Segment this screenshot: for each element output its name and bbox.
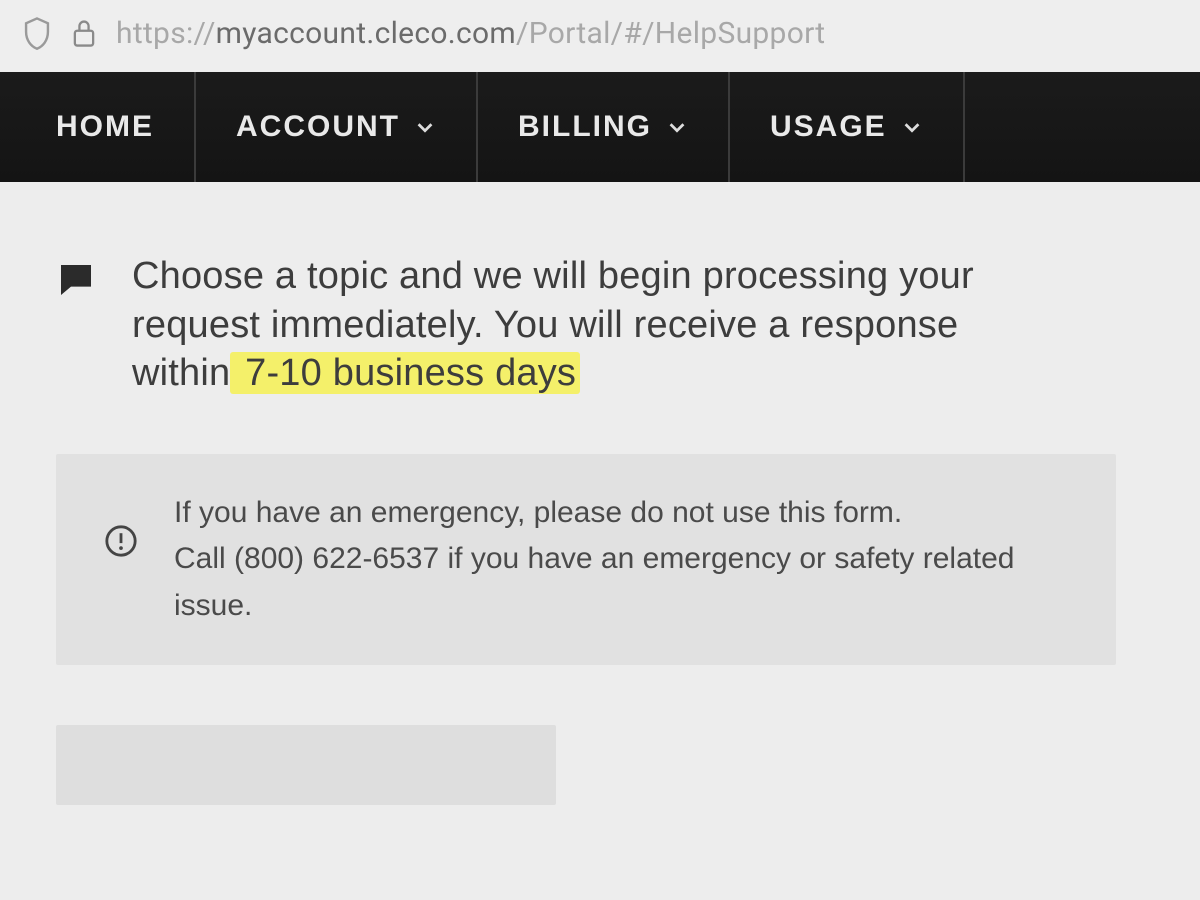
nav-account[interactable]: ACCOUNT	[196, 72, 478, 182]
nav-usage[interactable]: USAGE	[730, 72, 965, 182]
url-path: /Portal/#/HelpSupport	[516, 16, 825, 51]
nav-label: ACCOUNT	[236, 110, 400, 144]
alert-line1: If you have an emergency, please do not …	[174, 496, 902, 529]
shield-icon	[22, 16, 52, 50]
topic-selector-placeholder[interactable]	[56, 725, 556, 805]
chevron-down-icon	[666, 116, 688, 138]
url-text[interactable]: https://myaccount.cleco.com/Portal/#/Hel…	[116, 16, 825, 51]
alert-text: If you have an emergency, please do not …	[174, 490, 1068, 630]
nav-label: HOME	[56, 110, 154, 144]
intro-text: Choose a topic and we will begin process…	[132, 252, 1056, 398]
url-host: myaccount.cleco.com	[216, 16, 516, 51]
nav-billing[interactable]: BILLING	[478, 72, 730, 182]
emergency-alert: If you have an emergency, please do not …	[56, 454, 1116, 666]
browser-url-bar: https://myaccount.cleco.com/Portal/#/Hel…	[0, 0, 1200, 72]
help-intro: Choose a topic and we will begin process…	[56, 252, 1056, 398]
chevron-down-icon	[901, 116, 923, 138]
nav-label: USAGE	[770, 110, 887, 144]
alert-icon	[104, 524, 138, 558]
primary-nav: HOME ACCOUNT BILLING USAGE	[0, 72, 1200, 182]
lock-icon	[70, 17, 98, 49]
nav-home[interactable]: HOME	[0, 72, 196, 182]
chevron-down-icon	[414, 116, 436, 138]
nav-label: BILLING	[518, 110, 652, 144]
intro-highlight: 7-10 business days	[230, 352, 580, 394]
alert-line2: Call (800) 622-6537 if you have an emerg…	[174, 542, 1014, 622]
url-protocol: https://	[116, 16, 216, 51]
chat-icon	[56, 260, 96, 300]
page-content: Choose a topic and we will begin process…	[0, 182, 1200, 900]
